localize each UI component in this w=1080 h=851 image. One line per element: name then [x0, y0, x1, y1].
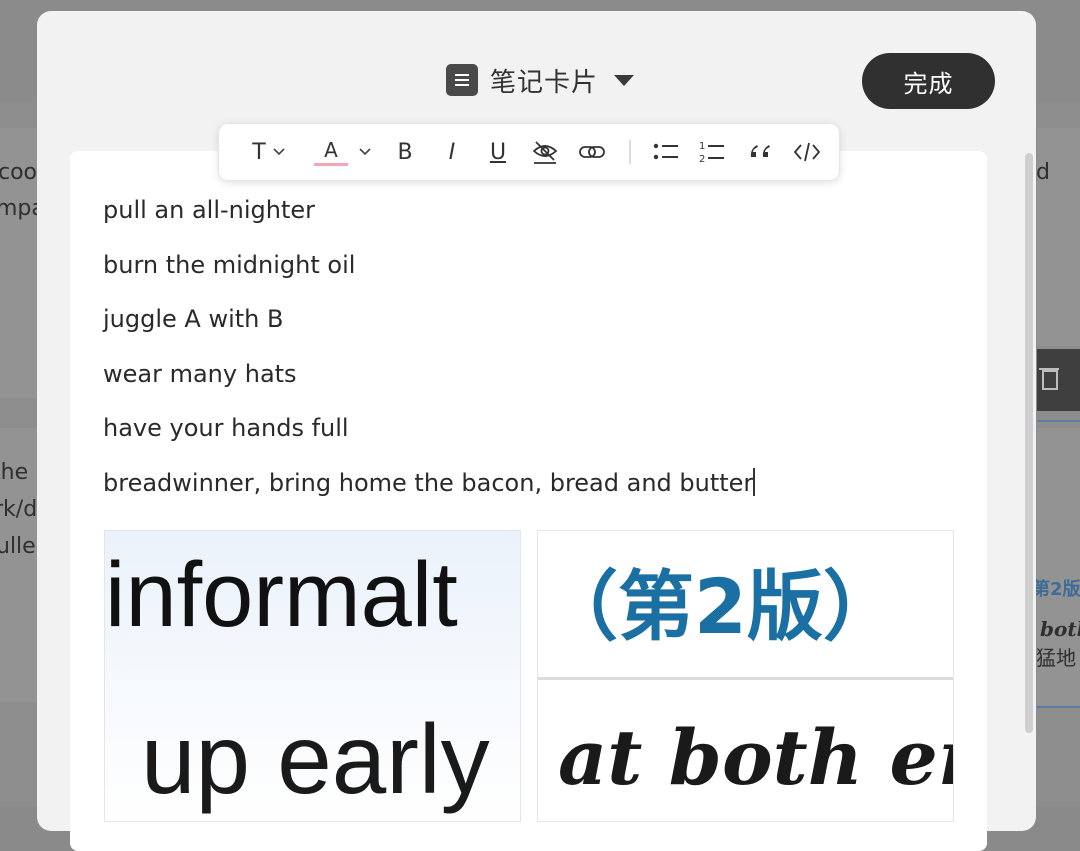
background-snippet: both: [1040, 617, 1080, 641]
background-right-toolbar: [1037, 349, 1080, 411]
done-button[interactable]: 完成: [862, 53, 995, 109]
caret-down-icon: [614, 74, 635, 86]
card-type-selector[interactable]: 笔记卡片: [446, 62, 635, 98]
image-text: up early: [141, 704, 490, 814]
attached-image-1[interactable]: informalt up early: [104, 530, 521, 822]
italic-button[interactable]: I: [438, 138, 466, 166]
toolbar-divider: [629, 140, 631, 164]
document-icon: [446, 64, 478, 96]
background-snippet: 猛地: [1036, 646, 1076, 670]
text-cursor: [753, 467, 755, 496]
svg-text:1: 1: [699, 141, 705, 152]
numbered-list-button[interactable]: 1 2: [697, 138, 727, 166]
card-type-title: 笔记卡片: [490, 67, 599, 98]
chevron-down-icon: [273, 148, 285, 156]
text-line: breadwinner, bring home the bacon, bread…: [103, 468, 754, 497]
editor-text[interactable]: pull an all-nighter burn the midnight oi…: [103, 193, 755, 520]
font-color-button[interactable]: A: [313, 138, 373, 166]
formatting-toolbar: T A B I U 1 2: [218, 123, 840, 181]
quote-button[interactable]: [745, 138, 775, 166]
text-style-icon: T: [252, 139, 266, 165]
background-snippet: d: [1036, 160, 1050, 185]
svg-text:2: 2: [699, 154, 705, 165]
chevron-down-icon: [359, 148, 371, 156]
hide-text-button[interactable]: [530, 138, 560, 166]
code-icon: [793, 142, 821, 162]
font-color-swatch: [314, 163, 348, 166]
quote-icon: [750, 145, 770, 157]
scrollbar[interactable]: [1025, 153, 1033, 733]
attached-image-2[interactable]: （第2版） at both end: [537, 530, 954, 822]
numbered-list-icon: 1 2: [699, 141, 724, 165]
underline-button[interactable]: U: [484, 138, 512, 166]
background-snippet: the: [0, 460, 29, 485]
image-text: （第2版）: [542, 562, 899, 651]
background-divider: [1037, 706, 1080, 708]
bulleted-list-icon: [653, 143, 678, 160]
trash-icon: [1039, 368, 1059, 390]
text-line: wear many hats: [103, 359, 297, 388]
image-text: at both end: [558, 713, 953, 802]
background-snippet: ulle: [0, 534, 36, 559]
font-color-icon: A: [324, 138, 338, 162]
link-icon: [579, 146, 605, 158]
image-divider: [538, 677, 953, 680]
background-divider: [1037, 420, 1080, 422]
link-button[interactable]: [577, 138, 607, 166]
image-text: informalt: [105, 544, 458, 646]
text-line-active: breadwinner, bring home the bacon, bread…: [103, 466, 755, 521]
eye-off-icon: [532, 141, 558, 164]
text-line: burn the midnight oil: [103, 250, 356, 279]
background-snippet: 第2版): [1032, 579, 1080, 600]
text-line: have your hands full: [103, 414, 349, 442]
text-line: juggle A with B: [103, 305, 284, 333]
background-snippet: coo: [0, 160, 38, 185]
text-style-button[interactable]: T: [247, 138, 291, 166]
code-button[interactable]: [792, 138, 822, 166]
text-line: pull an all-nighter: [103, 196, 316, 224]
background-snippet: rk/d: [0, 497, 38, 522]
bulleted-list-button[interactable]: [651, 138, 681, 166]
bold-button[interactable]: B: [391, 138, 419, 166]
